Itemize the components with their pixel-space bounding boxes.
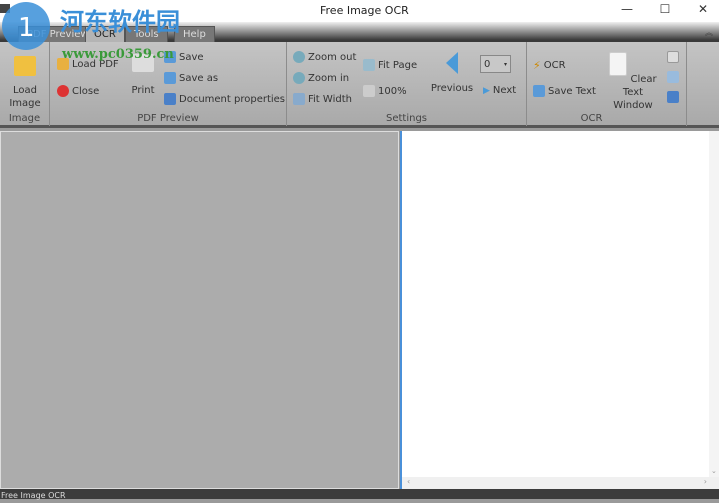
group-settings: Zoom out Zoom in Fit Width Fit Page 100%… [287,42,527,126]
minimize-button[interactable]: — [612,2,642,18]
magic-wand-icon: ⚡ [533,59,541,72]
document-properties-button[interactable]: Document properties [164,93,285,105]
page-number-value: 0 [484,58,491,70]
fit-page-label: Fit Page [378,59,418,71]
tab-ocr[interactable]: OCR [85,26,125,43]
load-image-label: Load Image [9,85,41,109]
save-as-label: Save as [179,72,219,84]
print-button[interactable]: Print [128,54,158,97]
group-pdf-preview: Load PDF Close Print Save Save as Docume… [50,42,287,126]
document-properties-label: Document properties [179,93,286,105]
save-button[interactable]: Save [164,51,204,63]
vertical-scrollbar[interactable]: ⌄ [709,131,719,477]
save-icon [164,51,176,63]
printer-icon [132,54,154,72]
zoom-100-label: 100% [378,85,407,97]
ocr-button[interactable]: ⚡ OCR [533,59,566,72]
properties-icon [164,93,176,105]
paste-icon[interactable] [667,91,679,103]
previous-arrow-icon [446,52,458,74]
save-as-button[interactable]: Save as [164,72,218,84]
zoom-out-icon [293,51,305,63]
next-button[interactable]: ▶ Next [483,85,516,96]
window-title: Free Image OCR [320,4,409,17]
close-label: Close [72,85,100,97]
tab-tools[interactable]: Tools [125,26,168,43]
zoom-in-label: Zoom in [308,72,350,84]
ribbon: Load Image Image Load PDF Close Print Sa… [0,42,719,128]
fit-page-icon [363,59,375,71]
zoom-in-button[interactable]: Zoom in [293,72,349,84]
app-icon [0,4,10,13]
title-bar: Free Image OCR — ☐ ✕ [0,0,719,22]
collapse-ribbon-icon[interactable]: ︽ [705,27,713,38]
next-arrow-icon: ▶ [483,85,490,96]
next-label: Next [492,85,517,96]
clear-text-window-button[interactable]: Clear Text Window [603,52,663,112]
save-label: Save [179,51,204,63]
horizontal-scrollbar[interactable]: ‹ › [402,477,719,489]
close-circle-icon [57,85,69,97]
tab-help[interactable]: Help [174,26,215,43]
previous-button[interactable]: Previous [427,52,477,95]
clear-text-window-label: Clear Text Window [613,74,657,111]
ocr-label: OCR [543,60,566,71]
load-pdf-label: Load PDF [72,58,119,70]
image-preview-pane[interactable] [0,131,399,489]
save-text-icon [533,85,545,97]
scroll-down-icon[interactable]: ⌄ [711,467,717,475]
group-image: Load Image Image [0,42,50,126]
folder-icon [57,58,69,70]
zoom-out-label: Zoom out [308,51,357,63]
fit-width-button[interactable]: Fit Width [293,93,352,105]
close-pdf-button[interactable]: Close [57,85,99,97]
scroll-right-icon[interactable]: › [704,477,707,486]
load-image-button[interactable]: Load Image [5,56,45,110]
blank-page-icon [609,52,628,76]
scroll-left-icon[interactable]: ‹ [407,477,410,486]
fit-page-button[interactable]: Fit Page [363,59,417,71]
chevron-down-icon: ▾ [503,60,507,68]
page-number-select[interactable]: 0 ▾ [480,55,511,73]
copy-icon[interactable] [667,71,679,83]
group-label-image: Image [8,113,41,124]
folder-image-icon [14,56,36,76]
window-icon[interactable] [667,51,679,63]
group-label-settings: Settings [385,113,427,124]
maximize-button[interactable]: ☐ [650,2,680,18]
print-label: Print [131,85,155,96]
group-label-ocr: OCR [580,113,603,124]
save-text-button[interactable]: Save Text [533,85,596,97]
zoom-in-icon [293,72,305,84]
close-button[interactable]: ✕ [688,2,718,18]
load-pdf-button[interactable]: Load PDF [57,58,119,70]
actual-size-icon [363,85,375,97]
save-as-icon [164,72,176,84]
group-label-pdf-preview: PDF Preview [137,113,199,124]
save-text-label: Save Text [548,85,596,97]
status-bar: Free Image OCR [0,489,719,500]
previous-label: Previous [430,83,474,94]
zoom-100-button[interactable]: 100% [363,85,407,97]
zoom-out-button[interactable]: Zoom out [293,51,356,63]
group-ocr: ⚡ OCR Save Text Clear Text Window OCR [527,42,687,126]
tab-bar: PDF Preview OCR Tools Help ︽ [0,22,719,43]
fit-width-label: Fit Width [308,93,352,105]
fit-width-icon [293,93,305,105]
ocr-text-area[interactable]: ⌄ ‹ › [400,131,719,489]
